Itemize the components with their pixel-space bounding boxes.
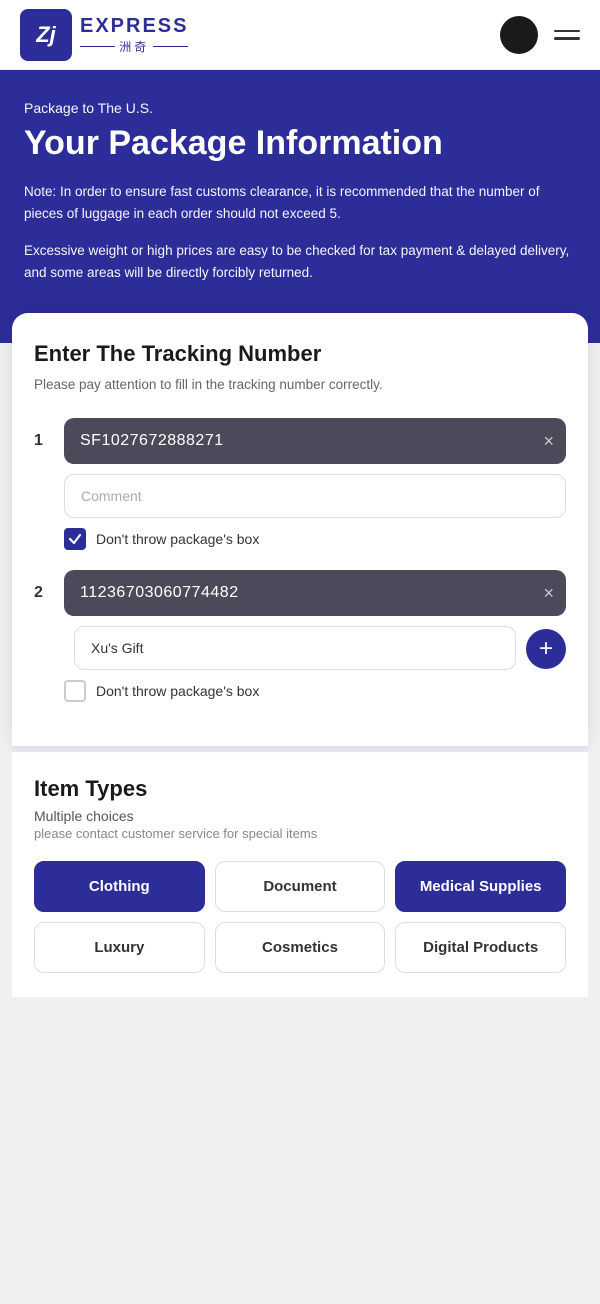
- item-types-sub2: please contact customer service for spec…: [34, 826, 566, 841]
- item-types-section: Item Types Multiple choices please conta…: [12, 746, 588, 997]
- tracking-input-wrapper-2: ×: [64, 570, 566, 616]
- tracking-input-1[interactable]: [64, 418, 566, 464]
- item-types-grid: Clothing Document Medical Supplies Luxur…: [34, 861, 566, 973]
- item-number-1: 1: [34, 432, 54, 450]
- app-header: Zj EXPRESS 洲奇: [0, 0, 600, 70]
- card-subtitle: Please pay attention to fill in the trac…: [34, 375, 566, 395]
- tracking-input-wrapper-1: ×: [64, 418, 566, 464]
- profile-avatar[interactable]: [500, 16, 538, 54]
- logo: Zj EXPRESS 洲奇: [20, 9, 188, 61]
- checkbox-1[interactable]: [64, 528, 86, 550]
- checkbox-label-1: Don't throw package's box: [96, 531, 259, 547]
- item-type-document[interactable]: Document: [215, 861, 386, 912]
- tracking-input-2[interactable]: [64, 570, 566, 616]
- clear-button-1[interactable]: ×: [543, 432, 554, 450]
- checkbox-row-2: Don't throw package's box: [64, 680, 566, 702]
- checkbox-row-1: Don't throw package's box: [64, 528, 566, 550]
- add-button[interactable]: +: [526, 629, 566, 669]
- checkbox-label-2: Don't throw package's box: [96, 683, 259, 699]
- logo-initials: Zj: [36, 22, 56, 48]
- item-type-luxury[interactable]: Luxury: [34, 922, 205, 973]
- item-type-cosmetics[interactable]: Cosmetics: [215, 922, 386, 973]
- tracking-row-1: 1 ×: [34, 418, 566, 464]
- tracking-row-2: 2 ×: [34, 570, 566, 616]
- comment-add-wrapper: +: [74, 626, 566, 670]
- item-type-clothing[interactable]: Clothing: [34, 861, 205, 912]
- item-types-title: Item Types: [34, 776, 566, 802]
- hero-title: Your Package Information: [24, 124, 576, 163]
- add-row-2: +: [34, 626, 566, 670]
- hamburger-menu[interactable]: [554, 30, 580, 40]
- checkbox-2[interactable]: [64, 680, 86, 702]
- tracking-card: Enter The Tracking Number Please pay att…: [12, 313, 588, 745]
- header-icons: [500, 16, 580, 54]
- tracking-item-1: 1 × Don't throw package's box: [34, 418, 566, 550]
- item-number-2: 2: [34, 584, 54, 602]
- comment-input-2[interactable]: [74, 626, 516, 670]
- hero-section: Package to The U.S. Your Package Informa…: [0, 70, 600, 343]
- logo-text: EXPRESS 洲奇: [80, 15, 188, 55]
- hero-note: Note: In order to ensure fast customs cl…: [24, 181, 576, 224]
- card-title: Enter The Tracking Number: [34, 341, 566, 367]
- chinese-label: 洲奇: [80, 38, 188, 55]
- hero-warning: Excessive weight or high prices are easy…: [24, 240, 576, 283]
- clear-button-2[interactable]: ×: [543, 584, 554, 602]
- hero-subtitle: Package to The U.S.: [24, 100, 576, 116]
- item-type-medical[interactable]: Medical Supplies: [395, 861, 566, 912]
- item-type-digital[interactable]: Digital Products: [395, 922, 566, 973]
- item-types-sub1: Multiple choices: [34, 808, 566, 824]
- express-label: EXPRESS: [80, 15, 188, 38]
- tracking-item-2: 2 × + Don't throw package's box: [34, 570, 566, 702]
- logo-icon: Zj: [20, 9, 72, 61]
- comment-input-1[interactable]: [64, 474, 566, 518]
